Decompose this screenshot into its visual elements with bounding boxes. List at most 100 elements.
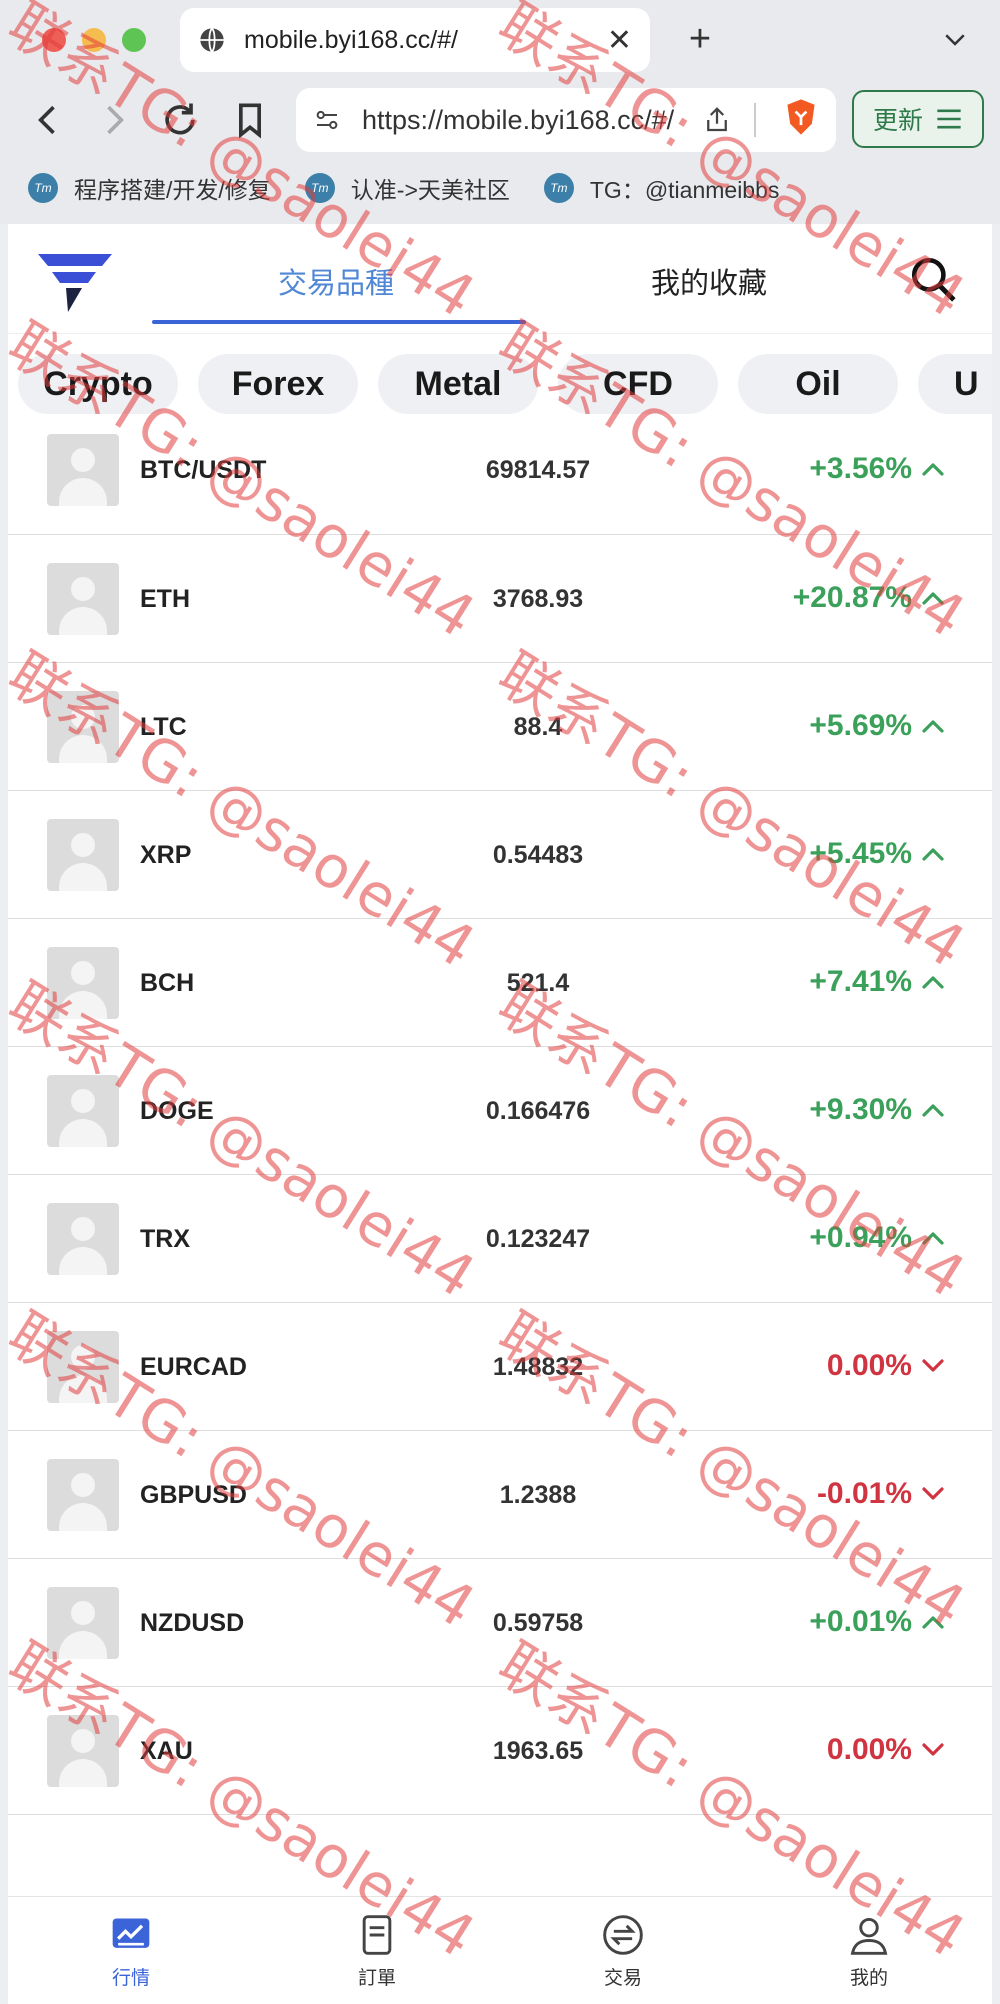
coin-placeholder-icon <box>47 1203 119 1275</box>
market-change: +0.94% <box>809 1221 912 1254</box>
category-cfd[interactable]: CFD <box>558 354 718 414</box>
market-row[interactable]: NZDUSD 0.59758 +0.01% <box>8 1559 992 1687</box>
user-icon <box>850 1917 888 1955</box>
bookmark-item[interactable]: Tm TG：@tianmeibbs <box>543 171 780 205</box>
category-tabs: Crypto Forex Metal CFD Oil U <box>8 354 992 420</box>
bottom-nav: 行情 訂單 交易 我的 <box>8 1896 992 2004</box>
chevron-down-icon <box>922 1487 944 1500</box>
market-row[interactable]: GBPUSD 1.2388 -0.01% <box>8 1431 992 1559</box>
close-tab-icon[interactable]: ✕ <box>607 23 632 58</box>
chart-icon <box>112 1918 150 1948</box>
search-icon[interactable] <box>908 254 958 304</box>
category-metal[interactable]: Metal <box>378 354 538 414</box>
market-price: 521.4 <box>506 969 570 997</box>
address-bar[interactable]: https://mobile.byi168.cc/#/ <box>296 88 836 152</box>
market-list: BTC/USDT 69814.57 +3.56% ETH 3768.93 +20.87% L… <box>8 420 992 1815</box>
coin-placeholder-icon <box>47 563 119 635</box>
nav-quotes[interactable]: 行情 <box>8 1897 254 2004</box>
market-change: -0.01% <box>816 1477 912 1510</box>
share-icon[interactable] <box>702 105 732 135</box>
browser-tab[interactable]: mobile.byi168.cc/#/ ✕ <box>180 8 650 72</box>
chevron-up-icon <box>922 592 944 605</box>
update-label: 更新 <box>872 107 923 135</box>
market-row[interactable]: TRX 0.123247 +0.94% <box>8 1175 992 1303</box>
reload-icon[interactable] <box>158 98 202 142</box>
exchange-icon <box>603 1915 643 1955</box>
market-change: +20.87% <box>792 581 912 614</box>
market-symbol: BTC/USDT <box>140 456 267 484</box>
nav-trade[interactable]: 交易 <box>500 1897 746 2004</box>
nav-label: 我的 <box>849 1968 888 1989</box>
bookmark-label: TG：@tianmeibbs <box>589 177 780 203</box>
chevron-up-icon <box>922 463 944 476</box>
browser-chrome: mobile.byi168.cc/#/ ✕ + https://mobile.b… <box>0 0 1000 224</box>
site-settings-icon[interactable] <box>312 105 342 135</box>
tab-favorites[interactable]: 我的收藏 <box>651 260 767 302</box>
tab-trading-products[interactable]: 交易品種 <box>278 260 394 302</box>
menu-icon <box>937 109 961 129</box>
chevron-up-icon <box>922 848 944 861</box>
market-change: +5.69% <box>809 709 912 742</box>
market-row[interactable]: ETH 3768.93 +20.87% <box>8 535 992 663</box>
app-header: 交易品種 我的收藏 <box>8 224 992 334</box>
close-window-button[interactable] <box>42 28 66 52</box>
new-tab-button[interactable]: + <box>680 18 720 61</box>
market-change: +9.30% <box>809 1093 912 1126</box>
nav-label: 交易 <box>603 1968 642 1989</box>
market-symbol: LTC <box>140 713 187 741</box>
market-symbol: EURCAD <box>140 1353 247 1381</box>
market-row[interactable]: DOGE 0.166476 +9.30% <box>8 1047 992 1175</box>
nav-profile[interactable]: 我的 <box>746 1897 992 2004</box>
chevron-up-icon <box>922 1232 944 1245</box>
forward-icon[interactable] <box>92 98 136 142</box>
market-row[interactable]: BTC/USDT 69814.57 +3.56% <box>8 420 992 535</box>
coin-placeholder-icon <box>47 1075 119 1147</box>
bookmark-label: 程序搭建/开发/修复 <box>74 177 271 203</box>
market-row[interactable]: BCH 521.4 +7.41% <box>8 919 992 1047</box>
coin-placeholder-icon <box>47 819 119 891</box>
category-oil[interactable]: Oil <box>738 354 898 414</box>
market-symbol: DOGE <box>140 1097 214 1125</box>
brave-shield-icon[interactable] <box>784 98 818 136</box>
back-icon[interactable] <box>26 98 70 142</box>
chevron-down-icon <box>922 1743 944 1756</box>
minimize-window-button[interactable] <box>82 28 106 52</box>
bookmark-item[interactable]: Tm 程序搭建/开发/修复 <box>28 171 271 205</box>
category-more[interactable]: U <box>918 354 992 414</box>
coin-placeholder-icon <box>47 434 119 506</box>
market-symbol: BCH <box>140 969 195 997</box>
market-price: 88.4 <box>513 713 563 741</box>
bookmark-label: 认准->天美社区 <box>350 177 510 203</box>
market-row[interactable]: EURCAD 1.48832 0.00% <box>8 1303 992 1431</box>
market-change: +3.56% <box>809 452 912 485</box>
coin-placeholder-icon <box>47 1459 119 1531</box>
market-price: 0.54483 <box>492 841 584 869</box>
nav-orders[interactable]: 訂單 <box>254 1897 500 2004</box>
coin-placeholder-icon <box>47 1331 119 1403</box>
market-row[interactable]: LTC 88.4 +5.69% <box>8 663 992 791</box>
chevron-down-icon[interactable] <box>940 24 970 54</box>
market-price: 3768.93 <box>492 585 584 613</box>
market-change: +7.41% <box>809 965 912 998</box>
chevron-down-icon <box>922 1359 944 1372</box>
category-forex[interactable]: Forex <box>198 354 358 414</box>
active-tab-indicator <box>152 320 526 324</box>
chevron-up-icon <box>922 976 944 989</box>
market-row[interactable]: XAU 1963.65 0.00% <box>8 1687 992 1815</box>
market-symbol: XAU <box>140 1737 193 1765</box>
market-price: 69814.57 <box>485 456 591 484</box>
tab-title: mobile.byi168.cc/#/ <box>244 25 459 54</box>
maximize-window-button[interactable] <box>122 28 146 52</box>
chevron-up-icon <box>922 1104 944 1117</box>
nav-label: 訂單 <box>357 1968 396 1989</box>
update-button[interactable]: 更新 <box>852 90 984 148</box>
bookmark-item[interactable]: Tm 认准->天美社区 <box>304 171 510 205</box>
category-crypto[interactable]: Crypto <box>18 354 178 414</box>
tm-logo-icon: Tm <box>28 173 58 203</box>
document-icon <box>362 1915 392 1955</box>
market-change: 0.00% <box>826 1349 912 1382</box>
market-row[interactable]: XRP 0.54483 +5.45% <box>8 791 992 919</box>
bookmark-icon[interactable] <box>228 98 272 142</box>
market-change: +5.45% <box>809 837 912 870</box>
tm-logo-icon: Tm <box>543 173 574 203</box>
